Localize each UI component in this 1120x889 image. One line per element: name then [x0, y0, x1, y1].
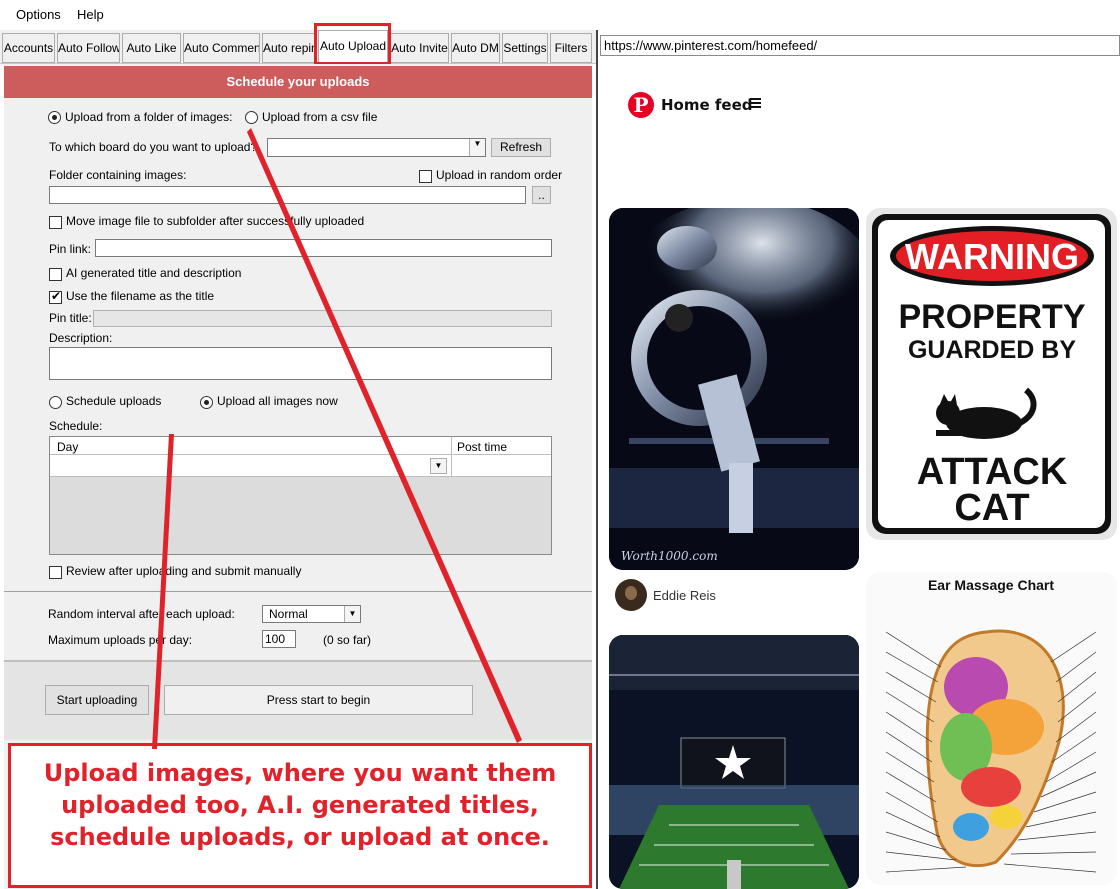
sign-warning-text: WARNING	[905, 236, 1079, 277]
browse-button[interactable]: ..	[532, 186, 551, 204]
feed-title[interactable]: Home feed	[661, 96, 753, 114]
tab-auto-comment[interactable]: Auto Comment	[183, 33, 260, 63]
sign-property-text: PROPERTY	[898, 298, 1085, 336]
tab-auto-follow[interactable]: Auto Follow	[57, 33, 120, 63]
tab-auto-repin[interactable]: Auto repin	[262, 33, 316, 63]
pin-image-kiss: Worth1000.com	[609, 208, 859, 570]
radio-upload-now[interactable]	[200, 396, 213, 409]
tab-row: Accounts Auto Follow Auto Like Auto Comm…	[0, 30, 596, 64]
row-divider	[451, 455, 452, 476]
menu-options[interactable]: Options	[16, 7, 61, 22]
so-far-text: (0 so far)	[323, 633, 372, 647]
folder-label: Folder containing images:	[49, 168, 187, 182]
checkmark-icon: ✔	[51, 289, 62, 303]
pin-stadium[interactable]	[609, 635, 859, 889]
menu-bar: Options Help	[0, 0, 596, 30]
pin-title-label: Pin title:	[49, 311, 92, 325]
upload-now-label: Upload all images now	[217, 394, 338, 408]
tab-highlight-frame	[314, 23, 391, 65]
random-order-checkbox[interactable]	[419, 170, 432, 183]
ear-chart-title: Ear Massage Chart	[928, 577, 1054, 593]
annotation-text: Upload images, where you want them uploa…	[43, 759, 557, 851]
tab-auto-invite[interactable]: Auto Invite	[390, 33, 449, 63]
review-checkbox[interactable]	[49, 566, 62, 579]
hamburger-icon[interactable]	[750, 98, 762, 109]
pin-kiss-tuba[interactable]: Worth1000.com	[609, 208, 859, 570]
status-box: Press start to begin	[164, 685, 473, 715]
upload-csv-label: Upload from a csv file	[262, 110, 378, 124]
menu-help[interactable]: Help	[77, 7, 104, 22]
schedule-label: Schedule:	[49, 419, 103, 433]
chevron-down-icon[interactable]: ▼	[430, 458, 447, 474]
interval-label: Random interval after each upload:	[48, 607, 235, 621]
url-bar[interactable]: https://www.pinterest.com/homefeed/	[600, 35, 1120, 56]
column-day: Day	[57, 440, 79, 454]
pin-title-input[interactable]	[93, 310, 552, 327]
chevron-down-icon: ▼	[469, 139, 485, 156]
pin-link-label: Pin link:	[49, 242, 92, 256]
schedule-uploads-label: Schedule uploads	[66, 394, 162, 408]
chevron-down-icon: ▼	[344, 606, 360, 622]
sign-guarded-text: GUARDED BY	[908, 336, 1076, 364]
pin-image-stadium	[609, 635, 859, 889]
max-label: Maximum uploads per day:	[48, 633, 193, 647]
move-file-checkbox[interactable]	[49, 216, 62, 229]
board-select[interactable]: ▼	[267, 138, 486, 157]
column-divider	[451, 437, 452, 455]
description-label: Description:	[49, 331, 113, 345]
move-file-label: Move image file to subfolder after succe…	[66, 214, 365, 228]
description-input[interactable]	[49, 347, 552, 380]
random-order-label: Upload in random order	[436, 168, 563, 182]
avatar[interactable]	[615, 579, 647, 611]
tab-auto-dm[interactable]: Auto DM	[451, 33, 500, 63]
pin-user-name[interactable]: Eddie Reis	[653, 588, 716, 603]
interval-select[interactable]: Normal ▼	[262, 605, 361, 623]
review-label: Review after uploading and submit manual…	[66, 564, 302, 578]
tab-accounts[interactable]: Accounts	[2, 33, 55, 63]
ai-label: AI generated title and description	[66, 266, 242, 280]
pin-warning-sign[interactable]: WARNING PROPERTY GUARDED BY ATTACK CAT	[866, 208, 1117, 540]
divider	[4, 591, 592, 592]
tab-auto-like[interactable]: Auto Like	[122, 33, 181, 63]
pin-ear-chart[interactable]: Ear Massage Chart	[866, 572, 1117, 885]
tab-filters[interactable]: Filters	[550, 33, 592, 63]
start-uploading-button[interactable]: Start uploading	[45, 685, 149, 715]
tab-settings[interactable]: Settings	[502, 33, 548, 63]
pinterest-logo-icon[interactable]: P	[628, 92, 654, 118]
use-filename-label: Use the filename as the title	[66, 289, 215, 303]
radio-upload-csv[interactable]	[245, 111, 258, 124]
table-row: ▼	[50, 455, 551, 477]
pane-divider[interactable]	[596, 30, 598, 889]
board-label: To which board do you want to upload?	[49, 140, 258, 154]
radio-schedule-uploads[interactable]	[49, 396, 62, 409]
column-post-time: Post time	[457, 440, 508, 454]
max-uploads-input[interactable]: 100	[262, 630, 296, 648]
radio-upload-folder[interactable]	[48, 111, 61, 124]
sign-cat-text: CAT	[954, 487, 1029, 529]
grid-header: Day Post time	[50, 437, 551, 455]
interval-value: Normal	[269, 607, 308, 621]
folder-input[interactable]	[49, 186, 526, 204]
pin-link-input[interactable]	[95, 239, 552, 257]
browser-top-strip	[598, 0, 1120, 30]
schedule-grid: Day Post time ▼	[49, 436, 552, 555]
pin-image-warning: WARNING PROPERTY GUARDED BY ATTACK CAT	[872, 214, 1111, 534]
pin-image-ear: Ear Massage Chart	[866, 572, 1117, 885]
watermark-text: Worth1000.com	[621, 549, 718, 563]
ai-checkbox[interactable]	[49, 268, 62, 281]
use-filename-checkbox[interactable]: ✔	[49, 289, 62, 304]
panel-header: Schedule your uploads	[4, 66, 592, 98]
refresh-button[interactable]: Refresh	[491, 138, 551, 157]
upload-folder-label: Upload from a folder of images:	[65, 110, 233, 124]
